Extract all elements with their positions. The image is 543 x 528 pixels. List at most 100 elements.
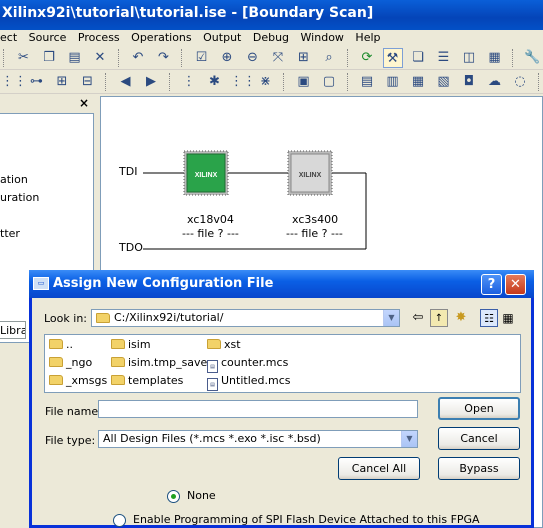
hierarchy-icon[interactable]: ⋮⋮	[1, 72, 27, 92]
check-icon[interactable]: ☑	[192, 48, 212, 68]
file-name-field[interactable]	[98, 400, 418, 418]
back-icon[interactable]: ⇦	[409, 309, 427, 327]
list-item[interactable]: templates	[111, 374, 183, 389]
folder-icon	[207, 339, 221, 349]
spi-flash-radio[interactable]	[113, 514, 126, 527]
folder-icon	[96, 313, 110, 323]
chevron-down-icon[interactable]: ▼	[383, 310, 399, 326]
list-view-icon[interactable]: ☷	[480, 309, 498, 327]
look-in-value: C:/Xilinx92i/tutorial/	[114, 311, 224, 324]
toolbar-separator	[537, 73, 541, 91]
list-item[interactable]: ▤ Untitled.mcs	[207, 374, 291, 391]
menu-debug[interactable]: Debug	[249, 30, 293, 44]
delete-icon[interactable]: ✕	[90, 48, 110, 68]
file-name: templates	[128, 374, 184, 387]
run-icon[interactable]: ⋮	[179, 72, 199, 92]
cancel-all-button[interactable]: Cancel All	[338, 457, 420, 480]
list-item[interactable]: isim	[111, 338, 151, 353]
window-tile-v-icon[interactable]: ◫	[459, 48, 479, 68]
details-view-icon[interactable]: ▦	[499, 309, 517, 327]
back-icon[interactable]: ◀	[116, 72, 136, 92]
list-item[interactable]: isim.tmp_save	[111, 356, 207, 371]
stop-icon[interactable]: ⋇	[256, 72, 276, 92]
window-tile-h-icon[interactable]: ☰	[434, 48, 454, 68]
cancel-button[interactable]: Cancel	[438, 427, 520, 450]
menu-operations[interactable]: Operations	[127, 30, 195, 44]
paste-icon[interactable]: ▤	[65, 48, 85, 68]
device-xc18v04[interactable]: XILINX	[183, 150, 229, 196]
zoom-out-icon[interactable]: ⊖	[243, 48, 263, 68]
list-item[interactable]: ▤ counter.mcs	[207, 356, 289, 373]
report-icon[interactable]: ▥	[383, 72, 403, 92]
folder-icon	[49, 375, 63, 385]
cut-icon[interactable]: ✂	[14, 48, 34, 68]
menu-bar: ect Source Process Operations Output Deb…	[0, 30, 543, 46]
dialog-app-icon: ▭	[33, 277, 49, 290]
list-item[interactable]: ..	[49, 338, 73, 353]
device-xc3s400[interactable]: XILINX	[287, 150, 333, 196]
list-item[interactable]: xst	[207, 338, 241, 353]
file-type-combo[interactable]: All Design Files (*.mcs *.exo *.isc *.bs…	[98, 430, 418, 448]
folder-icon	[111, 357, 125, 367]
cloud-icon[interactable]: ☁	[485, 72, 505, 92]
schematic-icon[interactable]: ▧	[434, 72, 454, 92]
menu-help[interactable]: Help	[351, 30, 384, 44]
look-in-combo[interactable]: C:/Xilinx92i/tutorial/ ▼	[91, 309, 400, 327]
impact-icon[interactable]: ⚒	[382, 48, 403, 68]
redo-icon[interactable]: ↷	[154, 48, 174, 68]
rerun-all-icon[interactable]: ⋮⋮	[230, 72, 256, 92]
tree-expand-icon[interactable]: ⊞	[52, 72, 72, 92]
spi-flash-radio-label: Enable Programming of SPI Flash Device A…	[133, 513, 480, 526]
file-name: _ngo	[66, 356, 93, 369]
toolbar-separator	[168, 73, 172, 91]
mcs-file-icon: ▤	[207, 378, 218, 391]
design-summary-icon[interactable]: ▤	[357, 72, 377, 92]
close-button[interactable]: ✕	[505, 274, 526, 295]
file-list[interactable]: .. _ngo _xmsgs isim isim.tmp_save templa…	[44, 334, 521, 393]
panel-text-line: uration	[0, 191, 40, 204]
graph-icon[interactable]: ▦	[408, 72, 428, 92]
view-snapshots-icon[interactable]: ▢	[319, 72, 339, 92]
chip-icon[interactable]: ◘	[459, 72, 479, 92]
menu-window[interactable]: Window	[297, 30, 348, 44]
xilinx-logo: XILINX	[299, 172, 322, 179]
new-folder-icon[interactable]: ✸	[452, 309, 470, 327]
menu-output[interactable]: Output	[199, 30, 245, 44]
view-sources-icon[interactable]: ▣	[294, 72, 314, 92]
panel-text-line: tter	[0, 227, 20, 240]
circle-icon[interactable]: ◌	[510, 72, 530, 92]
list-item[interactable]: _xmsgs	[49, 374, 107, 389]
open-button[interactable]: Open	[438, 397, 520, 420]
find-icon[interactable]: ⌕	[319, 48, 339, 68]
assign-config-file-dialog: ▭ Assign New Configuration File ? ✕ Look…	[29, 270, 534, 528]
zoom-fit-icon[interactable]: ⤧	[268, 48, 288, 68]
window-layout-icon[interactable]: ▦	[485, 48, 505, 68]
zoom-full-icon[interactable]: ⊞	[294, 48, 314, 68]
zoom-in-icon[interactable]: ⊕	[217, 48, 237, 68]
chevron-down-icon[interactable]: ▼	[401, 431, 417, 447]
toolbar-separator	[346, 49, 350, 67]
folder-icon	[111, 339, 125, 349]
process-icon[interactable]: ⊶	[27, 72, 47, 92]
panel-text-line: ation	[0, 173, 28, 186]
tab-libraries[interactable]: Librar	[0, 321, 26, 339]
tree-collapse-icon[interactable]: ⊟	[78, 72, 98, 92]
copy-icon[interactable]: ❐	[39, 48, 59, 68]
menu-process[interactable]: Process	[74, 30, 124, 44]
help-button[interactable]: ?	[481, 274, 502, 295]
forward-icon[interactable]: ▶	[141, 72, 161, 92]
menu-source[interactable]: Source	[25, 30, 71, 44]
file-name: counter.mcs	[221, 356, 289, 369]
refresh-icon[interactable]: ⟳	[357, 48, 377, 68]
undo-icon[interactable]: ↶	[128, 48, 148, 68]
window-cascade-icon[interactable]: ❏	[408, 48, 428, 68]
wrench-icon[interactable]: 🔧	[523, 48, 543, 68]
rerun-icon[interactable]: ✱	[205, 72, 225, 92]
close-icon[interactable]: ×	[79, 96, 89, 110]
menu-select[interactable]: ect	[0, 30, 21, 44]
list-item[interactable]: _ngo	[49, 356, 92, 371]
up-folder-icon[interactable]: ↑	[430, 309, 448, 327]
none-radio[interactable]	[167, 490, 180, 503]
file-name: isim.tmp_save	[128, 356, 208, 369]
bypass-button[interactable]: Bypass	[438, 457, 520, 480]
